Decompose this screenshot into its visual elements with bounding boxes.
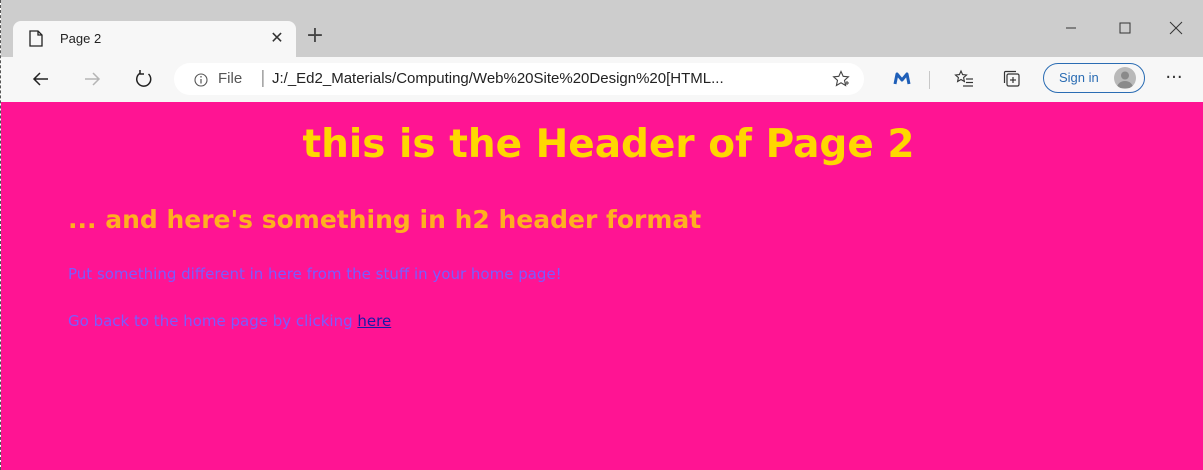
tab-strip: Page 2 ✕ + [1, 0, 1203, 57]
favorite-star-icon[interactable] [832, 70, 850, 92]
forward-button[interactable] [77, 64, 107, 94]
close-window-button[interactable] [1153, 14, 1199, 42]
minimize-icon [1066, 27, 1076, 29]
back-home-text: Go back to the home page by clicking [68, 312, 358, 330]
arrow-left-icon [32, 72, 48, 86]
url-scheme-label: File [218, 70, 243, 87]
sign-in-label: Sign in [1059, 70, 1099, 85]
more-options-button[interactable]: ··· [1159, 65, 1189, 93]
maximize-button[interactable] [1102, 14, 1148, 42]
page-subheading: ... and here's something in h2 header fo… [68, 205, 702, 234]
sign-in-button[interactable]: Sign in [1043, 63, 1145, 93]
collections-icon[interactable] [1001, 68, 1023, 90]
avatar [1114, 67, 1136, 89]
url-text[interactable]: J:/_Ed2_Materials/Computing/Web%20Site%2… [272, 70, 724, 87]
tab-close-icon[interactable]: ✕ [267, 28, 287, 48]
arrow-right-icon [85, 72, 101, 86]
back-home-paragraph: Go back to the home page by clicking her… [68, 312, 391, 330]
page-viewport: this is the Header of Page 2 ... and her… [1, 102, 1203, 470]
favorites-icon[interactable] [953, 68, 975, 90]
document-icon [29, 30, 43, 51]
new-tab-button[interactable]: + [302, 24, 328, 50]
tab-page-2[interactable]: Page 2 ✕ [13, 21, 296, 57]
browser-window: Page 2 ✕ + File | J:/_Ed2_Materials/Comp… [0, 0, 1203, 470]
browser-toolbar: File | J:/_Ed2_Materials/Computing/Web%2… [1, 57, 1203, 102]
intro-paragraph: Put something different in here from the… [68, 265, 562, 283]
minimize-button[interactable] [1048, 14, 1094, 42]
toolbar-divider [929, 71, 930, 89]
refresh-icon [136, 70, 152, 87]
tab-title: Page 2 [60, 31, 102, 46]
refresh-button[interactable] [129, 64, 159, 94]
close-icon [1169, 21, 1183, 35]
extension-m-icon[interactable] [891, 68, 913, 90]
back-button[interactable] [26, 64, 56, 94]
address-bar[interactable]: File | J:/_Ed2_Materials/Computing/Web%2… [174, 63, 864, 95]
address-separator: | [260, 68, 266, 88]
info-icon[interactable] [194, 72, 208, 91]
home-page-link[interactable]: here [357, 312, 391, 330]
maximize-icon [1119, 22, 1131, 34]
page-title: this is the Header of Page 2 [302, 122, 915, 167]
